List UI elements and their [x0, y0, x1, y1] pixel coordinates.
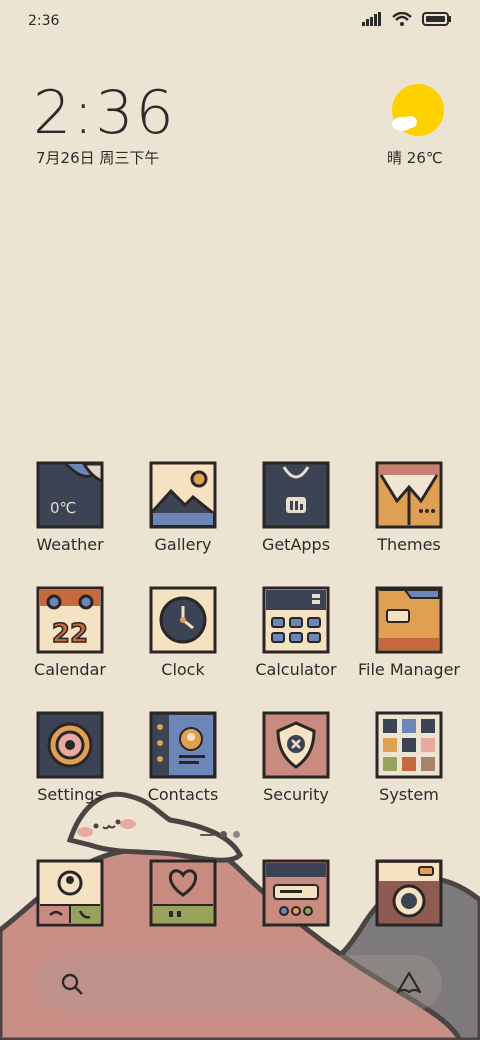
app-label: Gallery	[154, 535, 212, 554]
weather-icon: 0℃	[36, 461, 104, 529]
app-calendar[interactable]: 22 Calendar	[15, 586, 125, 679]
dock-browser[interactable]	[262, 859, 330, 931]
app-label: Calculator	[255, 660, 337, 679]
app-settings[interactable]: Settings	[15, 711, 125, 804]
calculator-icon	[262, 586, 330, 654]
messages-icon	[149, 859, 217, 931]
app-file-manager[interactable]: File Manager	[354, 586, 464, 679]
app-clock[interactable]: Clock	[128, 586, 238, 679]
page-dot	[233, 831, 240, 838]
app-label: Weather	[36, 535, 104, 554]
dock-camera[interactable]	[375, 859, 443, 931]
phone-icon	[36, 859, 104, 931]
assistant-icon[interactable]	[396, 970, 422, 996]
app-label: File Manager	[358, 660, 460, 679]
page-indicator[interactable]	[200, 831, 240, 838]
clock-widget-date[interactable]: 7月26日 周三下午	[36, 147, 159, 168]
wifi-icon	[392, 12, 412, 26]
app-label: System	[379, 785, 439, 804]
dock-messages[interactable]	[149, 859, 217, 931]
clock-widget-time[interactable]: 2:36	[33, 78, 176, 148]
browser-icon	[262, 859, 330, 931]
app-themes[interactable]: Themes	[354, 461, 464, 554]
status-time: 2:36	[28, 13, 60, 29]
app-weather[interactable]: 0℃ Weather	[15, 461, 125, 554]
settings-icon	[36, 711, 104, 779]
getapps-icon	[262, 461, 330, 529]
search-bar[interactable]	[38, 955, 442, 1011]
app-security[interactable]: Security	[241, 711, 351, 804]
app-label: Security	[263, 785, 329, 804]
app-label: GetApps	[261, 535, 331, 554]
app-getapps[interactable]: GetApps	[241, 461, 351, 554]
calendar-icon: 22	[36, 586, 104, 654]
themes-icon	[375, 461, 443, 529]
app-gallery[interactable]: Gallery	[128, 461, 238, 554]
app-label: Clock	[161, 660, 205, 679]
app-calculator[interactable]: Calculator	[241, 586, 351, 679]
search-icon	[61, 973, 83, 995]
battery-icon	[422, 12, 451, 26]
weather-widget-text[interactable]: 晴 26℃	[387, 147, 443, 168]
security-icon	[262, 711, 330, 779]
clock-icon	[149, 586, 217, 654]
status-bar: 2:36	[0, 0, 480, 40]
system-folder-icon	[375, 711, 443, 779]
app-label: Settings	[37, 785, 103, 804]
file-manager-icon	[375, 586, 443, 654]
contacts-icon	[149, 711, 217, 779]
sunny-cloud-icon	[392, 84, 444, 136]
page-indicator-lines	[200, 833, 214, 836]
calendar-icon-day: 22	[52, 619, 88, 649]
weather-temp: 26℃	[406, 149, 443, 167]
gallery-icon	[149, 461, 217, 529]
page-dot-active	[220, 831, 227, 838]
signal-icon	[362, 12, 381, 26]
app-label: Themes	[377, 535, 441, 554]
app-label: Calendar	[34, 660, 106, 679]
app-label: Contacts	[147, 785, 219, 804]
weather-icon-temp: 0℃	[50, 499, 76, 517]
weather-condition: 晴	[387, 149, 403, 167]
app-contacts[interactable]: Contacts	[128, 711, 238, 804]
camera-icon	[375, 859, 443, 931]
dock-phone[interactable]	[36, 859, 104, 931]
app-system-folder[interactable]: System	[354, 711, 464, 804]
